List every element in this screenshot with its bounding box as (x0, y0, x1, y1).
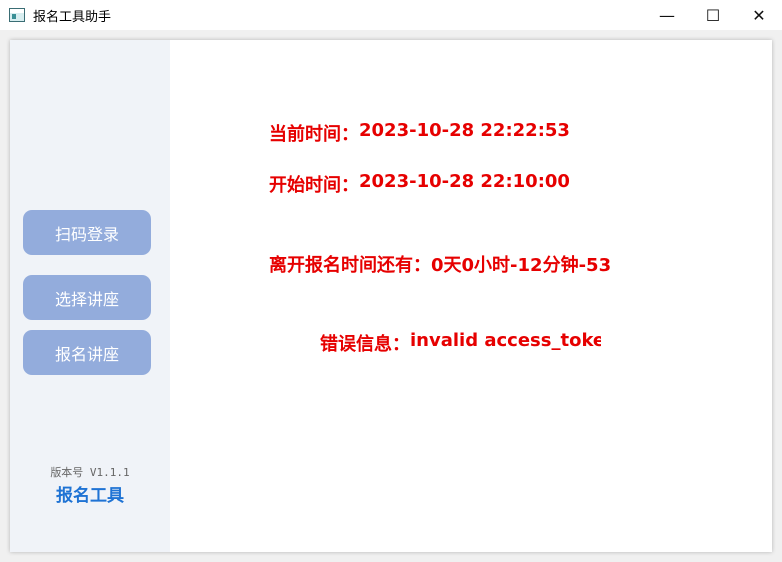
start-time-label: 开始时间： (269, 175, 359, 196)
title-bar: 报名工具助手 — ☐ ✕ (0, 0, 782, 30)
current-time-label: 当前时间： (269, 124, 359, 145)
content-area: 当前时间： 2023-10-28 22:22:53 开始时间： 2023-10-… (170, 40, 772, 552)
app-window: 报名工具助手 — ☐ ✕ 扫码登录 选择讲座 报名讲座 版本号 V1.1.1 报… (0, 0, 782, 562)
app-icon (9, 8, 25, 22)
window-controls: — ☐ ✕ (644, 0, 782, 30)
maximize-button[interactable]: ☐ (690, 0, 736, 30)
error-value: invalid access_token (410, 330, 601, 351)
window-title: 报名工具助手 (33, 9, 112, 25)
error-label: 错误信息： (320, 334, 410, 355)
main-panel: 扫码登录 选择讲座 报名讲座 版本号 V1.1.1 报名工具 当前时间： 202… (10, 40, 772, 552)
sidebar: 扫码登录 选择讲座 报名讲座 版本号 V1.1.1 报名工具 (10, 40, 170, 552)
current-time-row: 当前时间： 2023-10-28 22:22:53 (269, 120, 689, 146)
countdown-label: 离开报名时间还有： (269, 255, 431, 276)
start-time-value: 2023-10-28 22:10:00 (359, 171, 570, 192)
version-label: 版本号 V1.1.1 (50, 466, 130, 479)
register-lecture-button[interactable]: 报名讲座 (23, 330, 151, 375)
countdown-row: 离开报名时间还有： 0天0小时-12分钟-53 (269, 251, 633, 277)
start-time-row: 开始时间： 2023-10-28 22:10:00 (269, 171, 689, 197)
minimize-button[interactable]: — (644, 0, 690, 30)
error-row: 错误信息： invalid access_token (320, 330, 601, 356)
select-lecture-button[interactable]: 选择讲座 (23, 275, 151, 320)
current-time-value: 2023-10-28 22:22:53 (359, 120, 570, 141)
scan-login-button[interactable]: 扫码登录 (23, 210, 151, 255)
brand-label: 报名工具 (56, 486, 124, 506)
close-button[interactable]: ✕ (736, 0, 782, 30)
countdown-value: 0天0小时-12分钟-53 (431, 255, 612, 276)
